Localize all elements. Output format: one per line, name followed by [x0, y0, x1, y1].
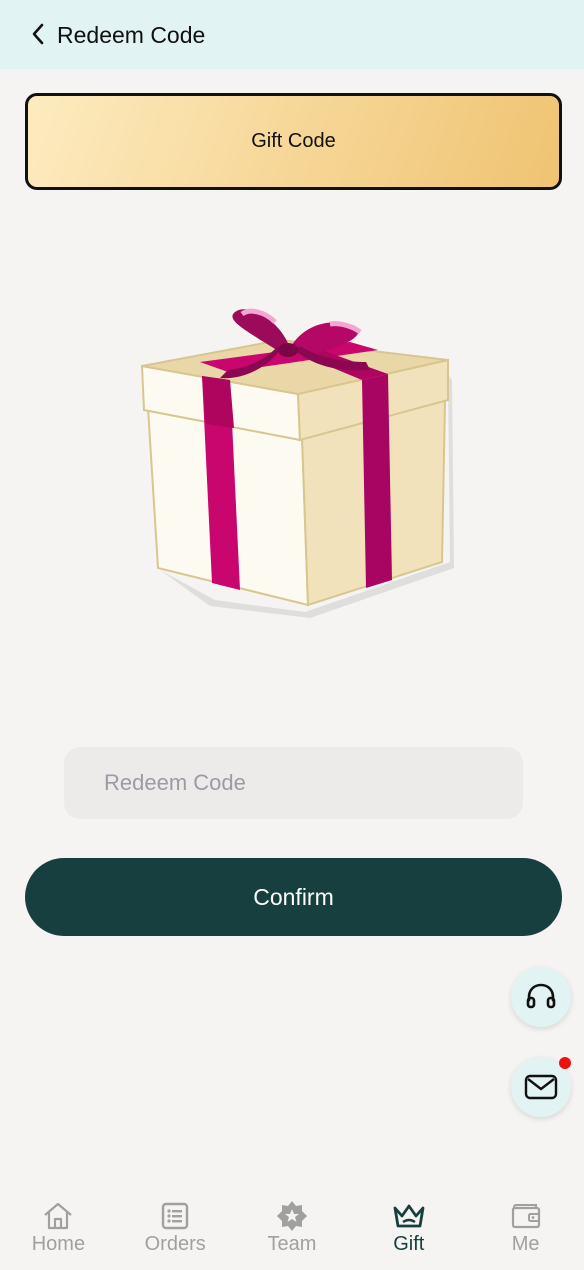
envelope-icon — [524, 1074, 558, 1100]
nav-me[interactable]: Me — [467, 1190, 584, 1270]
bottom-nav: Home Orders Team Gift Me — [0, 1190, 584, 1270]
nav-home[interactable]: Home — [0, 1190, 117, 1270]
headset-icon — [526, 983, 556, 1009]
nav-gift-label: Gift — [393, 1233, 425, 1255]
nav-gift[interactable]: Gift — [350, 1190, 467, 1270]
unread-badge — [559, 1057, 571, 1069]
gift-box-illustration — [140, 308, 454, 618]
crown-icon — [392, 1200, 426, 1232]
nav-team-label: Team — [267, 1233, 317, 1255]
messages-button[interactable] — [511, 1057, 571, 1117]
gift-code-label: Gift Code — [251, 130, 336, 152]
page-title: Redeem Code — [57, 22, 206, 48]
nav-orders-label: Orders — [144, 1233, 206, 1255]
wallet-icon — [509, 1200, 543, 1232]
customer-support-button[interactable] — [511, 967, 571, 1027]
nav-home-label: Home — [31, 1233, 86, 1255]
redeem-code-input[interactable] — [64, 747, 523, 819]
nav-me-label: Me — [511, 1233, 540, 1255]
header-bar: Redeem Code — [0, 0, 584, 69]
back-button[interactable] — [26, 22, 50, 46]
house-icon — [41, 1200, 75, 1232]
list-icon — [158, 1200, 192, 1232]
confirm-button[interactable]: Confirm — [25, 858, 562, 936]
chevron-left-icon — [32, 23, 44, 45]
star-badge-icon — [275, 1200, 309, 1232]
gift-code-card[interactable]: Gift Code — [25, 93, 562, 190]
nav-team[interactable]: Team — [234, 1190, 351, 1270]
nav-orders[interactable]: Orders — [117, 1190, 234, 1270]
